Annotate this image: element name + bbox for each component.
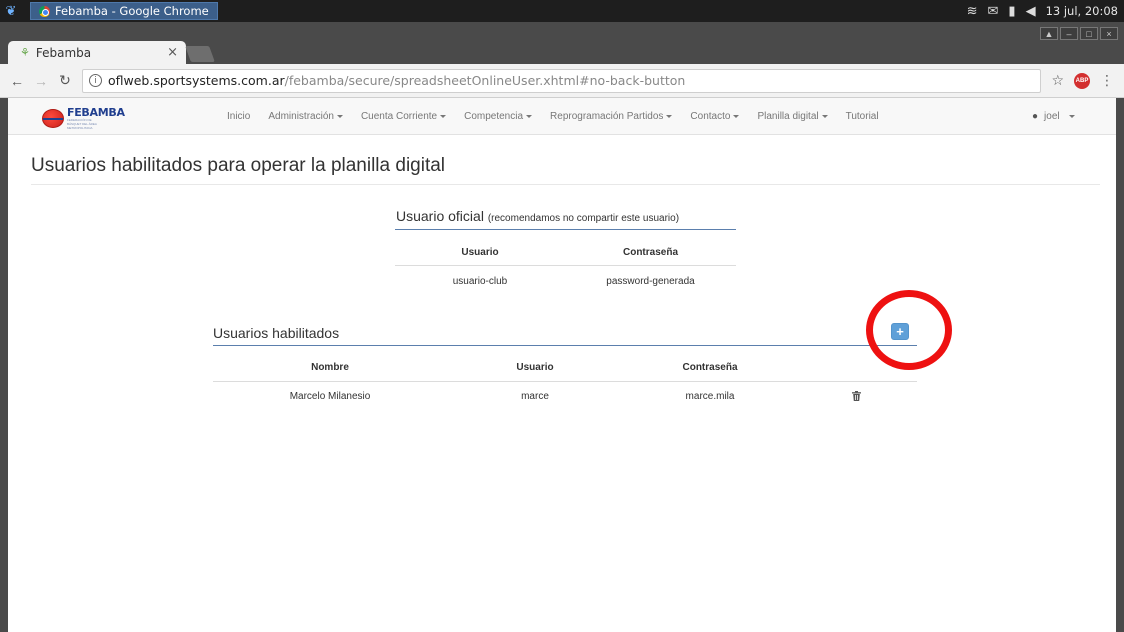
menu-item-inicio[interactable]: Inicio [218,111,259,122]
official-user-divider [395,229,736,230]
wifi-icon[interactable]: ≋ [967,4,978,19]
volume-icon[interactable]: ◀ [1026,4,1036,19]
bookmark-star-icon[interactable]: ☆ [1051,72,1064,89]
brand-subtitle: FEDERACIÓN DE BÁSQUET DEL ÁREA METROPOLI… [67,118,97,130]
web-page: FEBAMBA FEDERACIÓN DE BÁSQUET DEL ÁREA M… [8,98,1116,632]
chrome-menu-icon[interactable]: ⋮ [1100,72,1114,89]
official-user-note: (recomendamos no compartir este usuario) [487,213,680,224]
site-navbar: FEBAMBA FEDERACIÓN DE BÁSQUET DEL ÁREA M… [8,98,1116,135]
browser-window: ⚘ Febamba × ▲ – □ × ← → ↻ i oflweb.sport… [0,22,1124,632]
taskbar-window-title: Febamba - Google Chrome [55,4,209,18]
official-cell-contrasena: password-generada [606,276,695,287]
maximize-icon[interactable]: □ [1080,27,1098,40]
tab-strip: ⚘ Febamba × ▲ – □ × [0,22,1124,64]
tab-title: Febamba [35,45,92,60]
enabled-users-divider [213,345,917,346]
menu-item-cuenta-corriente[interactable]: Cuenta Corriente [352,111,455,122]
url-host: oflweb.sportsystems.com.ar [108,73,285,88]
caret-down-icon [733,114,740,118]
back-icon[interactable]: ← [10,73,24,89]
address-bar[interactable]: i oflweb.sportsystems.com.ar/febamba/sec… [82,68,1042,93]
caret-down-icon [440,114,447,118]
user-name: joel [1044,111,1060,122]
brand-name: FEBAMBA [67,106,125,119]
system-tray: ≋ ✉ ▮ ◀ 13 jul, 20:08 [967,4,1124,19]
clock[interactable]: 13 jul, 20:08 [1046,4,1118,18]
caret-down-icon [336,114,343,118]
mail-icon[interactable]: ✉ [988,4,999,19]
user-menu[interactable]: ● joel [1032,98,1075,135]
browser-toolbar: ← → ↻ i oflweb.sportsystems.com.ar/febam… [0,64,1124,98]
delete-trash-icon[interactable] [852,391,861,404]
official-cell-usuario: usuario-club [452,276,508,287]
enabled-users-title: Usuarios habilitados [213,325,340,341]
menu-item-reprogramacion[interactable]: Reprogramación Partidos [541,111,681,122]
adblock-icon[interactable]: ABP [1074,72,1090,89]
page-title: Usuarios habilitados para operar la plan… [31,155,446,176]
caret-down-icon [821,114,828,118]
menu-item-tutorial[interactable]: Tutorial [837,111,888,122]
menu-item-administracion[interactable]: Administración [259,111,352,122]
close-window-icon[interactable]: × [1100,27,1118,40]
reload-icon[interactable]: ↻ [58,72,72,89]
user-icon: ● [1032,111,1039,122]
chrome-icon [39,5,50,17]
enabled-header-contrasena: Contraseña [682,362,738,373]
official-user-title: Usuario oficial [396,208,484,224]
basketball-logo-icon [42,109,64,128]
os-taskbar: ❦ Febamba - Google Chrome ≋ ✉ ▮ ◀ 13 jul… [0,0,1124,22]
user-profile-icon[interactable]: ▲ [1040,27,1058,40]
enabled-header-usuario: Usuario [516,362,554,373]
menu-item-contacto[interactable]: Contacto [681,111,748,122]
forward-icon[interactable]: → [34,73,48,89]
site-info-icon[interactable]: i [89,74,102,87]
official-header-rule [395,265,736,266]
battery-icon[interactable]: ▮ [1008,4,1015,19]
taskbar-window-button[interactable]: Febamba - Google Chrome [30,2,218,20]
enabled-header-rule [213,381,917,382]
window-controls: ▲ – □ × [1040,27,1118,40]
row-contrasena: marce.mila [685,391,735,402]
row-nombre: Marcelo Milanesio [289,391,371,402]
new-tab-button[interactable] [185,46,215,62]
tab-close-icon[interactable]: × [167,45,178,60]
minimize-icon[interactable]: – [1060,27,1078,40]
menu-item-competencia[interactable]: Competencia [455,111,541,122]
official-user-heading: Usuario oficial (recomendamos no compart… [396,208,679,224]
add-user-button[interactable]: + [891,323,909,340]
caret-down-icon [666,114,673,118]
official-header-contrasena: Contraseña [622,247,678,258]
favicon-icon: ⚘ [20,46,30,59]
caret-down-icon [526,114,533,118]
site-logo[interactable]: FEBAMBA FEDERACIÓN DE BÁSQUET DEL ÁREA M… [42,107,125,130]
tab-febamba[interactable]: ⚘ Febamba × [8,41,186,64]
caret-down-icon [1068,115,1075,118]
os-menu-icon[interactable]: ❦ [0,0,22,22]
enabled-header-nombre: Nombre [311,362,349,373]
menu-item-planilla-digital[interactable]: Planilla digital [748,111,836,122]
main-menu: Inicio Administración Cuenta Corriente C… [218,98,888,135]
url-path: /febamba/secure/spreadsheetOnlineUser.xh… [284,73,686,88]
official-header-usuario: Usuario [461,247,499,258]
title-divider [31,184,1100,185]
highlight-circle [866,290,952,370]
row-usuario: marce [521,391,549,402]
